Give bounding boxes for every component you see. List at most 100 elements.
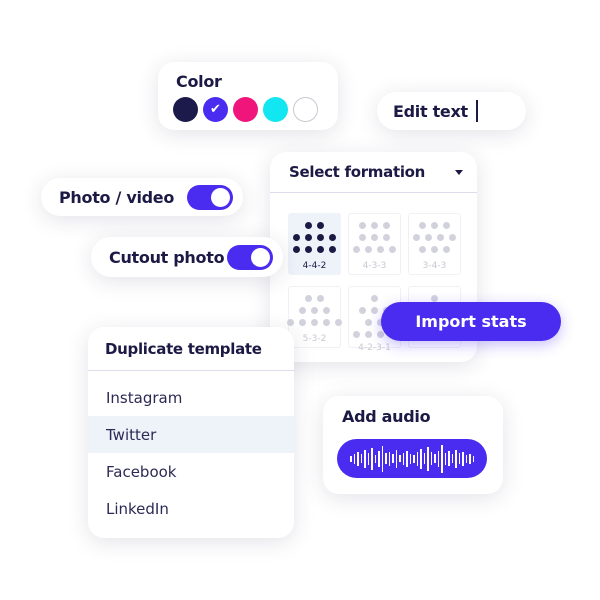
formation-option[interactable]: 4-4-2 xyxy=(288,213,341,275)
color-title: Color xyxy=(176,72,222,91)
player-dot xyxy=(293,246,300,253)
formation-option[interactable]: 4-3-3 xyxy=(348,213,401,275)
waveform-bar xyxy=(402,452,404,465)
player-dot xyxy=(329,234,336,241)
color-swatch[interactable]: ✔ xyxy=(203,97,228,122)
player-dot xyxy=(365,246,372,253)
color-swatch[interactable] xyxy=(293,97,318,122)
player-dot xyxy=(443,222,450,229)
player-dot xyxy=(431,295,438,302)
edit-text-field[interactable]: Edit text xyxy=(377,92,526,130)
player-dot xyxy=(383,222,390,229)
player-dot xyxy=(293,234,300,241)
waveform-bar xyxy=(364,449,366,468)
waveform-bar xyxy=(469,453,471,464)
player-dot xyxy=(353,331,360,338)
waveform-bar xyxy=(444,452,446,465)
player-dot xyxy=(443,246,450,253)
player-dot xyxy=(335,319,342,326)
player-dot xyxy=(305,246,312,253)
color-swatch[interactable] xyxy=(233,97,258,122)
waveform-bar xyxy=(472,455,474,462)
player-dot xyxy=(353,246,360,253)
player-dot xyxy=(359,234,366,241)
player-dot xyxy=(437,234,444,241)
formation-label: 5-3-2 xyxy=(302,334,327,344)
player-dot xyxy=(431,222,438,229)
waveform-bar xyxy=(378,450,380,467)
waveform-bar xyxy=(388,451,390,466)
player-dot xyxy=(383,234,390,241)
list-item-linkedin[interactable]: LinkedIn xyxy=(88,490,294,527)
player-dot xyxy=(365,331,372,338)
player-dot xyxy=(311,319,318,326)
waveform-bar xyxy=(448,451,450,466)
player-dot xyxy=(449,234,456,241)
list-item-twitter[interactable]: Twitter xyxy=(88,416,294,453)
waveform-bar xyxy=(434,454,436,463)
text-cursor xyxy=(475,100,478,122)
waveform-bar xyxy=(406,450,408,467)
player-dot xyxy=(377,331,384,338)
waveform-bar xyxy=(465,454,467,463)
player-dot xyxy=(413,234,420,241)
waveform-bar xyxy=(395,449,397,468)
player-dot xyxy=(317,295,324,302)
list-item-facebook[interactable]: Facebook xyxy=(88,453,294,490)
formation-option[interactable]: 5-3-2 xyxy=(287,286,342,348)
formation-label: 4-3-3 xyxy=(362,261,387,271)
waveform-bar xyxy=(458,453,460,464)
cutout-photo-toggle[interactable] xyxy=(227,244,273,270)
waveform-bar xyxy=(381,445,383,472)
caret-down-icon xyxy=(455,169,463,175)
cutout-photo-toggle-card: Cutout photo xyxy=(91,237,283,277)
player-dot xyxy=(377,246,384,253)
duplicate-template-card: Duplicate template Instagram Twitter Fac… xyxy=(88,327,294,538)
player-dot xyxy=(317,246,324,253)
waveform-bar xyxy=(413,454,415,463)
photo-video-toggle-card: Photo / video xyxy=(41,178,243,216)
player-dot xyxy=(419,246,426,253)
player-dot xyxy=(305,234,312,241)
edit-text-label: Edit text xyxy=(393,101,468,121)
waveform-bar xyxy=(420,448,422,469)
waveform-bar xyxy=(392,454,394,463)
player-dot xyxy=(359,222,366,229)
waveform-bar xyxy=(360,454,362,463)
waveform-bar xyxy=(399,455,401,462)
color-swatch[interactable] xyxy=(173,97,198,122)
color-swatch[interactable] xyxy=(263,97,288,122)
player-dot xyxy=(317,222,324,229)
photo-video-toggle[interactable] xyxy=(187,184,233,210)
player-dot xyxy=(305,295,312,302)
duplicate-title: Duplicate template xyxy=(105,339,262,358)
audio-waveform[interactable] xyxy=(337,439,487,478)
waveform-bar xyxy=(367,452,369,465)
waveform-bar xyxy=(409,453,411,464)
waveform-bar xyxy=(350,455,352,462)
list-item-instagram[interactable]: Instagram xyxy=(88,379,294,416)
waveform-bar xyxy=(371,447,373,470)
formation-dropdown[interactable]: Select formation xyxy=(270,152,477,193)
player-dot xyxy=(371,234,378,241)
formation-label: 4-4-2 xyxy=(302,261,327,271)
formation-label: 3-4-3 xyxy=(422,261,447,271)
cutout-photo-label: Cutout photo xyxy=(109,247,225,267)
waveform-bar xyxy=(353,453,355,464)
player-dot xyxy=(389,246,396,253)
photo-video-label: Photo / video xyxy=(59,187,175,207)
formation-option[interactable]: 3-4-3 xyxy=(408,213,461,275)
player-dot xyxy=(311,307,318,314)
audio-title: Add audio xyxy=(342,407,431,426)
player-dot xyxy=(299,319,306,326)
formation-label: 4-2-3-1 xyxy=(358,343,391,353)
player-dot xyxy=(359,307,366,314)
import-stats-button[interactable]: Import stats xyxy=(381,302,561,341)
player-dot xyxy=(305,222,312,229)
color-picker-card: Color ✔ xyxy=(158,62,338,130)
formation-title: Select formation xyxy=(289,163,426,181)
waveform-bar xyxy=(423,453,425,464)
player-dot xyxy=(329,246,336,253)
player-dot xyxy=(323,319,330,326)
player-dot xyxy=(371,222,378,229)
